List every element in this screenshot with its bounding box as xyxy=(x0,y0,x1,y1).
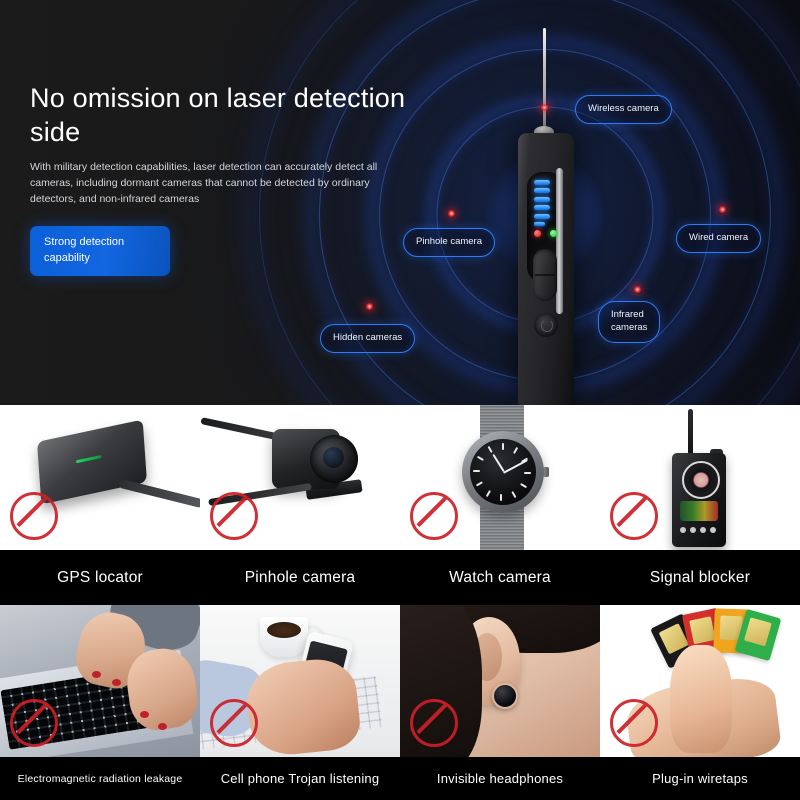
hidden-earbud xyxy=(492,683,518,709)
laptop-typing-photo xyxy=(0,605,200,757)
fingernail xyxy=(112,679,121,686)
status-led-pair xyxy=(534,230,557,237)
device-chrome-strip xyxy=(556,168,563,314)
caption-watch-camera: Watch camera xyxy=(400,550,600,605)
hero-text-block: No omission on laser detection side With… xyxy=(30,82,430,277)
rf-button[interactable] xyxy=(680,527,686,533)
led-bar xyxy=(534,188,550,194)
grid-cell-cell-phone-trojan: Cell phone Trojan listening xyxy=(200,605,400,800)
fingernail xyxy=(140,711,149,718)
sim-cards-photo xyxy=(600,605,800,757)
no-entry-icon xyxy=(410,699,458,747)
threat-row-1: GPS locator Pinhole camera Watch camera … xyxy=(0,405,800,605)
watch-tick xyxy=(473,470,480,472)
ear-with-earbud-photo xyxy=(400,605,600,757)
laser-dot xyxy=(365,302,374,311)
led-bar xyxy=(534,213,550,219)
device-antenna xyxy=(543,28,546,136)
hero-section: No omission on laser detection side With… xyxy=(0,0,800,405)
watch-tick xyxy=(476,455,484,461)
signal-blocker-photo xyxy=(600,405,800,550)
callout-pinhole-camera[interactable]: Pinhole camera xyxy=(403,228,496,257)
rf-button-row[interactable] xyxy=(680,527,716,533)
watch-tick xyxy=(511,491,517,499)
thumb xyxy=(670,645,732,753)
laser-dot xyxy=(718,205,727,214)
led-signal-bars xyxy=(534,180,550,226)
gps-locator-photo xyxy=(0,405,200,550)
rf-signal-meter xyxy=(680,501,718,521)
hero-subhead: With military detection capabilities, la… xyxy=(30,160,378,206)
rf-speaker-grille xyxy=(682,461,720,499)
rf-button[interactable] xyxy=(710,527,716,533)
no-entry-icon xyxy=(10,699,58,747)
watch-tick xyxy=(520,483,528,489)
watch-face xyxy=(470,439,536,505)
phone-in-hand-photo xyxy=(200,605,400,757)
rf-button[interactable] xyxy=(700,527,706,533)
grid-cell-invisible-headphones: Invisible headphones xyxy=(400,605,600,800)
threat-row-2: Electromagnetic radiation leakage Cell p… xyxy=(0,605,800,800)
no-entry-icon xyxy=(610,699,658,747)
caption-gps-locator: GPS locator xyxy=(0,550,200,605)
threat-grid: GPS locator Pinhole camera Watch camera … xyxy=(0,405,800,800)
laser-dot xyxy=(447,209,456,218)
fingernail xyxy=(158,723,167,730)
grid-cell-signal-blocker: Signal blocker xyxy=(600,405,800,605)
red-status-led xyxy=(534,230,541,237)
watch-tick xyxy=(513,446,519,454)
watch-tick xyxy=(487,445,493,453)
caption-invisible-headphones: Invisible headphones xyxy=(400,757,600,800)
rf-button[interactable] xyxy=(690,527,696,533)
no-entry-icon xyxy=(210,699,258,747)
grid-cell-watch-camera: Watch camera xyxy=(400,405,600,605)
pinhole-camera-lens xyxy=(310,435,358,483)
watch-tick xyxy=(524,472,531,474)
fingernail xyxy=(92,671,101,678)
watch-hour-hand xyxy=(492,453,505,472)
callout-wireless-camera[interactable]: Wireless camera xyxy=(575,95,672,124)
caption-plug-in-wiretaps: Plug-in wiretaps xyxy=(600,757,800,800)
led-bar xyxy=(534,196,550,202)
gps-cable xyxy=(118,478,200,509)
no-entry-icon xyxy=(410,492,458,540)
led-bar xyxy=(534,205,550,211)
laser-dot xyxy=(633,285,642,294)
coffee-cup xyxy=(260,617,308,657)
watch-camera-photo xyxy=(400,405,600,550)
grid-cell-gps-locator: GPS locator xyxy=(0,405,200,605)
caption-electromagnetic-leakage: Electromagnetic radiation leakage xyxy=(0,757,200,800)
caption-signal-blocker: Signal blocker xyxy=(600,550,800,605)
callout-hidden-cameras[interactable]: Hidden cameras xyxy=(320,324,416,353)
no-entry-icon xyxy=(210,492,258,540)
watch-tick xyxy=(500,494,502,501)
caption-cell-phone-trojan: Cell phone Trojan listening xyxy=(200,757,400,800)
callout-wired-camera[interactable]: Wired camera xyxy=(676,224,762,253)
watch-tick xyxy=(475,481,483,487)
caption-pinhole-camera: Pinhole camera xyxy=(200,550,400,605)
grid-cell-plug-in-wiretaps: Plug-in wiretaps xyxy=(600,605,800,800)
led-bar xyxy=(534,221,545,226)
no-entry-icon xyxy=(10,492,58,540)
green-status-led xyxy=(550,230,557,237)
hero-headline: No omission on laser detection side xyxy=(30,83,406,147)
callout-infrared-cameras[interactable]: Infrared cameras xyxy=(598,301,661,343)
watch-tick xyxy=(502,443,504,450)
gps-device-shape xyxy=(36,419,148,505)
no-entry-icon xyxy=(610,492,658,540)
grid-cell-electromagnetic-leakage: Electromagnetic radiation leakage xyxy=(0,605,200,800)
led-bar xyxy=(534,180,550,185)
grid-cell-pinhole-camera: Pinhole camera xyxy=(200,405,400,605)
product-marketing-page: No omission on laser detection side With… xyxy=(0,0,800,800)
device-power-button[interactable] xyxy=(534,313,558,337)
device-rocker-switch[interactable] xyxy=(533,249,557,301)
strong-detection-badge: Strong detection capability xyxy=(30,226,171,277)
rf-antenna xyxy=(688,409,693,457)
laser-dot xyxy=(540,103,549,112)
watch-tick xyxy=(485,490,491,498)
pinhole-camera-photo xyxy=(200,405,400,550)
